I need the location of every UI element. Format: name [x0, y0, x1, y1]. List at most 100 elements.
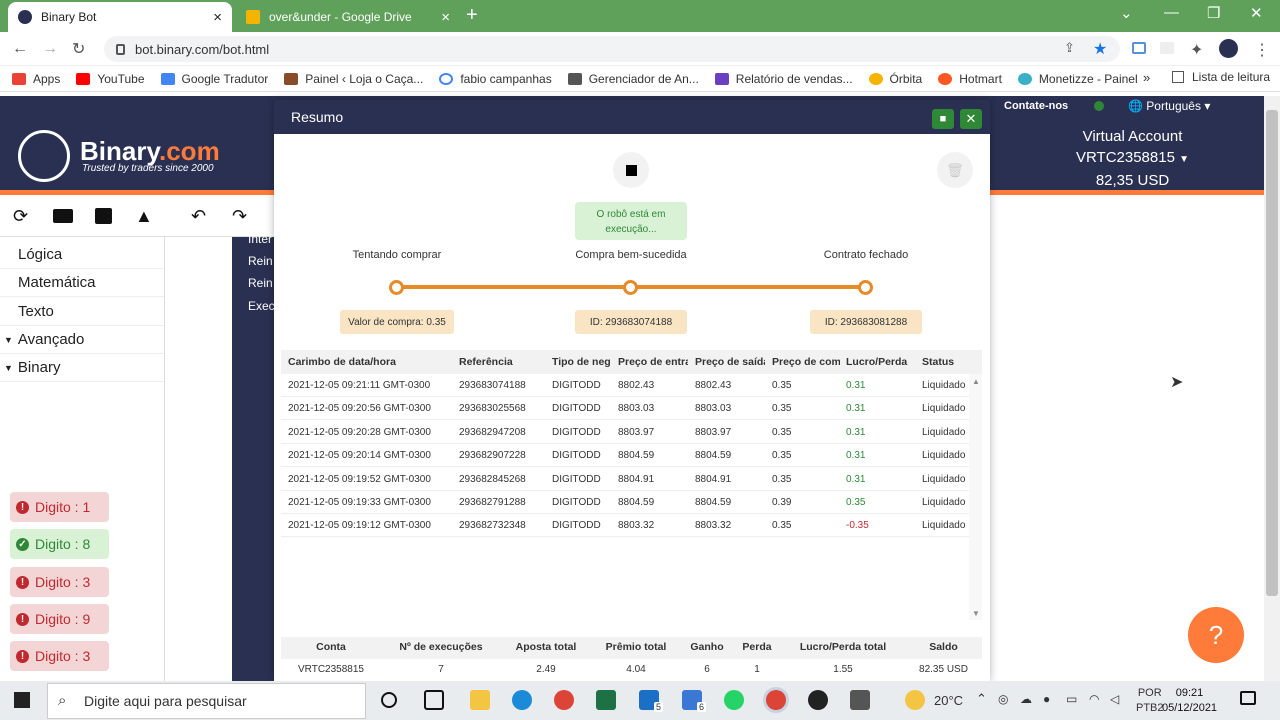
bookmark-youtube[interactable]: YouTube — [76, 72, 145, 86]
menu-icon[interactable]: ⋮ — [1254, 40, 1270, 60]
step-label: Contrato fechado — [823, 249, 909, 261]
notifications-icon[interactable] — [1240, 691, 1256, 705]
file-explorer-icon[interactable] — [470, 690, 490, 710]
contact-link[interactable]: Contate-nos — [1004, 100, 1068, 112]
bookmark-gerenciador[interactable]: Gerenciador de An... — [567, 72, 699, 86]
new-tab-icon[interactable]: + — [466, 4, 478, 27]
table-cell: 8804.59 — [695, 450, 732, 462]
profile-avatar[interactable] — [1219, 39, 1238, 58]
back-icon[interactable]: ← — [12, 40, 28, 58]
excel-icon[interactable] — [596, 690, 616, 710]
column-header[interactable]: Status — [922, 356, 972, 368]
scroll-up-icon[interactable]: ▲ — [972, 377, 980, 386]
close-tab-icon[interactable]: × — [213, 10, 222, 25]
tab-search-icon[interactable]: ⌄ — [1120, 4, 1133, 22]
account-switcher[interactable]: Virtual Account VRTC2358815 ▼ 82,35 USD — [1060, 126, 1205, 191]
chrome-active-icon[interactable] — [766, 690, 786, 710]
close-tab-icon[interactable]: × — [441, 10, 450, 25]
extension-icon[interactable] — [1132, 42, 1146, 54]
tab-binary-bot[interactable]: Binary Bot × — [8, 2, 232, 32]
share-icon[interactable]: ⇪ — [1064, 40, 1075, 56]
google-drive-icon[interactable]: ▲ — [135, 206, 153, 227]
bookmark-monetizze[interactable]: Monetizze - Painel — [1017, 72, 1138, 86]
scrollbar-thumb[interactable] — [1266, 110, 1278, 596]
extension-icon[interactable] — [1160, 42, 1174, 54]
bookmark-apps[interactable]: Apps — [12, 72, 60, 86]
onedrive-icon[interactable]: ☁ — [1020, 692, 1032, 706]
lock-icon — [116, 43, 125, 55]
wifi-icon[interactable]: ◠ — [1089, 692, 1099, 706]
save-icon[interactable] — [95, 208, 112, 224]
tab-google-drive[interactable]: over&under - Google Drive × — [236, 2, 460, 32]
category-texto[interactable]: Texto — [0, 298, 164, 326]
scroll-down-icon[interactable]: ▼ — [972, 609, 980, 618]
bookmark-painel-loja[interactable]: Painel ‹ Loja o Caça... — [284, 72, 423, 86]
table-cell: 0.35 — [772, 520, 792, 532]
table-scrollbar[interactable] — [969, 374, 982, 620]
table-cell: 0.31 — [846, 403, 866, 415]
cortana-icon[interactable] — [381, 692, 397, 708]
category-avancado[interactable]: ▼ Avançado — [0, 326, 164, 354]
whatsapp-icon[interactable] — [724, 690, 744, 710]
battery-icon[interactable]: ▭ — [1066, 692, 1077, 706]
taskbar-clock[interactable]: 09:21 05/12/2021 — [1162, 686, 1217, 716]
calculator-icon[interactable] — [850, 690, 870, 710]
taskbar-search[interactable]: Digite aqui para pesquisar — [47, 683, 366, 719]
meet-now-icon[interactable]: ◎ — [998, 692, 1008, 706]
column-header[interactable]: Carimbo de data/hora — [288, 356, 448, 368]
tray-chevron-icon[interactable]: ⌃ — [976, 691, 987, 707]
folder-icon[interactable] — [53, 209, 73, 223]
bookmark-google-tradutor[interactable]: Google Tradutor — [160, 72, 268, 86]
bookmark-orbita[interactable]: Órbita — [868, 72, 922, 86]
weather-temp[interactable]: 20°C — [934, 693, 963, 708]
minimize-icon[interactable]: — — [1164, 4, 1179, 21]
column-header[interactable]: Referência — [459, 356, 545, 368]
column-header[interactable]: Tipo de neg — [552, 356, 610, 368]
reset-icon[interactable]: ⟳ — [13, 206, 28, 227]
binary-logo-icon[interactable] — [18, 130, 70, 182]
obs-icon[interactable] — [808, 690, 828, 710]
column-header[interactable]: Preço de com — [772, 356, 840, 368]
summary-total-profit: 1.55 — [833, 664, 853, 675]
redo-icon[interactable]: ↷ — [232, 206, 247, 227]
chrome-icon[interactable] — [554, 690, 574, 710]
more-bookmarks-icon[interactable]: » — [1143, 70, 1150, 85]
google-icon — [439, 72, 454, 85]
stop-bot-button[interactable] — [613, 152, 649, 188]
task-view-icon[interactable] — [424, 690, 444, 710]
summary-header-cell: Perda — [742, 641, 772, 653]
microphone-icon[interactable]: ● — [1043, 692, 1050, 706]
input-language[interactable]: POR PTB2 — [1136, 686, 1164, 716]
bookmark-relatorio[interactable]: Relatório de vendas... — [714, 72, 853, 86]
windows-start-icon[interactable] — [14, 692, 30, 708]
column-header[interactable]: Lucro/Perda — [846, 356, 914, 368]
search-icon: ⌕ — [58, 692, 67, 709]
address-bar[interactable]: bot.binary.com/bot.html — [104, 36, 1120, 62]
bookmark-star-icon[interactable]: ★ — [1093, 39, 1107, 59]
forward-icon[interactable]: → — [42, 40, 58, 58]
table-cell: 2021-12-05 09:19:52 GMT-0300 — [288, 473, 431, 485]
close-window-icon[interactable]: ✕ — [1250, 4, 1263, 22]
weather-icon[interactable] — [905, 690, 925, 710]
edge-icon[interactable] — [512, 690, 532, 710]
save-summary-button[interactable]: ■ — [932, 109, 954, 129]
undo-icon[interactable]: ↶ — [191, 206, 206, 227]
close-dialog-button[interactable]: ✕ — [960, 109, 982, 129]
help-button[interactable]: ? — [1188, 607, 1244, 663]
category-matematica[interactable]: Matemática — [0, 269, 164, 297]
restore-icon[interactable]: ❐ — [1207, 4, 1220, 22]
column-header[interactable]: Preço de entra — [618, 356, 688, 368]
bookmark-hotmart[interactable]: Hotmart — [938, 72, 1002, 86]
stop-icon — [625, 164, 637, 176]
category-binary[interactable]: ▼ Binary — [0, 354, 164, 382]
reading-list-button[interactable]: Lista de leitura — [1172, 70, 1270, 84]
clear-log-button[interactable]: 🗑 — [937, 152, 973, 188]
category-logica[interactable]: Lógica — [0, 241, 164, 269]
puzzle-icon[interactable]: ✦ — [1190, 40, 1203, 60]
reload-icon[interactable]: ↻ — [72, 39, 85, 59]
bookmark-fabio-campanhas[interactable]: fabio campanhas — [439, 72, 552, 86]
volume-icon[interactable]: ◁ — [1110, 692, 1119, 706]
summary-wins: 6 — [704, 664, 710, 675]
language-selector[interactable]: 🌐 Português ▾ — [1128, 99, 1210, 113]
column-header[interactable]: Preço de saída — [695, 356, 765, 368]
